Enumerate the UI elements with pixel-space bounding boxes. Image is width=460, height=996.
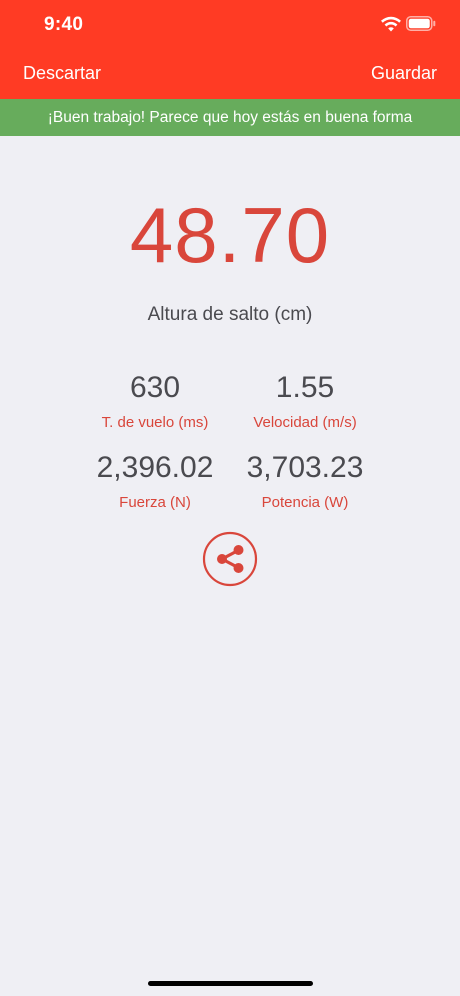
battery-icon bbox=[406, 16, 436, 31]
share-button[interactable] bbox=[202, 531, 258, 587]
power-value: 3,703.23 bbox=[246, 451, 364, 484]
force-stat: 2,396.02 Fuerza (N) bbox=[70, 450, 240, 511]
velocity-label: Velocidad (m/s) bbox=[253, 414, 357, 431]
share-icon bbox=[217, 545, 244, 573]
flight-time-label: T. de vuelo (ms) bbox=[101, 414, 209, 431]
feedback-banner: ¡Buen trabajo! Parece que hoy estás en b… bbox=[0, 99, 460, 136]
power-label: Potencia (W) bbox=[261, 494, 349, 511]
status-time: 9:40 bbox=[44, 14, 84, 35]
jump-height-value: 48.70 bbox=[129, 191, 331, 279]
power-stat: 3,703.23 Potencia (W) bbox=[220, 450, 390, 511]
velocity-value: 1.55 bbox=[275, 371, 335, 404]
flight-time-stat: 630 T. de vuelo (ms) bbox=[70, 370, 240, 431]
home-indicator[interactable] bbox=[148, 981, 313, 986]
navigation-bar: 9:40 Descartar Guardar bbox=[0, 0, 460, 99]
discard-button[interactable]: Descartar bbox=[23, 63, 101, 84]
jump-height-label: Altura de salto (cm) bbox=[147, 304, 313, 325]
flight-time-value: 630 bbox=[129, 371, 181, 404]
wifi-icon bbox=[381, 16, 401, 32]
save-button[interactable]: Guardar bbox=[371, 63, 437, 84]
velocity-stat: 1.55 Velocidad (m/s) bbox=[220, 370, 390, 431]
force-label: Fuerza (N) bbox=[119, 494, 191, 511]
force-value: 2,396.02 bbox=[96, 451, 214, 484]
